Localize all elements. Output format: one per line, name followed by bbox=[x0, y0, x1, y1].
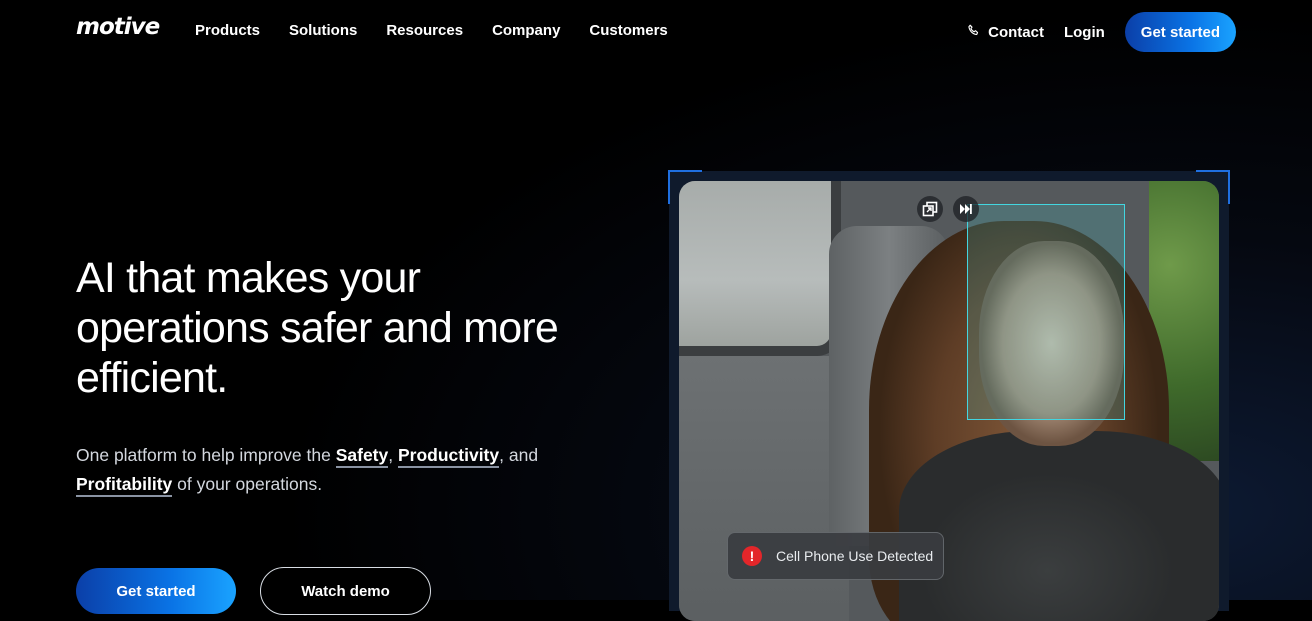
hero-get-started-button[interactable]: Get started bbox=[76, 568, 236, 614]
watch-demo-button[interactable]: Watch demo bbox=[260, 567, 431, 615]
motive-logo[interactable]: motive bbox=[76, 14, 160, 40]
hero-headline: AI that makes your operations safer and … bbox=[76, 254, 559, 402]
alert-text: Cell Phone Use Detected bbox=[776, 548, 934, 564]
productivity-link[interactable]: Productivity bbox=[397, 445, 500, 468]
contact-link[interactable]: Contact bbox=[966, 23, 1044, 42]
cab-wall bbox=[679, 356, 849, 621]
alert-toast: ! Cell Phone Use Detected bbox=[727, 532, 944, 580]
sub-sep-2: , and bbox=[499, 445, 539, 465]
media-frame: ! Cell Phone Use Detected bbox=[668, 170, 1230, 621]
nav-company[interactable]: Company bbox=[492, 22, 560, 39]
safety-link[interactable]: Safety bbox=[335, 445, 389, 468]
sub-sep-1: , bbox=[388, 445, 398, 465]
sub-suffix: of your operations. bbox=[172, 474, 323, 494]
face-detection-box bbox=[967, 204, 1125, 420]
skip-forward-icon[interactable] bbox=[953, 196, 979, 222]
header-get-started-button[interactable]: Get started bbox=[1124, 12, 1236, 52]
contact-label: Contact bbox=[988, 23, 1044, 41]
nav-resources[interactable]: Resources bbox=[386, 22, 463, 39]
dashcam-video[interactable]: ! Cell Phone Use Detected bbox=[679, 181, 1219, 621]
profitability-link[interactable]: Profitability bbox=[76, 474, 173, 497]
nav-customers[interactable]: Customers bbox=[589, 22, 667, 39]
sub-prefix: One platform to help improve the bbox=[76, 445, 336, 465]
hero-subtitle: One platform to help improve the Safety,… bbox=[76, 441, 596, 499]
site-header: motive Products Solutions Resources Comp… bbox=[0, 0, 1312, 64]
pip-icon[interactable] bbox=[917, 196, 943, 222]
nav-products[interactable]: Products bbox=[195, 22, 260, 39]
cab-window bbox=[679, 181, 841, 356]
login-link[interactable]: Login bbox=[1064, 24, 1105, 41]
nav-solutions[interactable]: Solutions bbox=[289, 22, 357, 39]
alert-icon: ! bbox=[742, 546, 762, 566]
driver-shirt bbox=[899, 431, 1219, 621]
header-actions: Contact Login Get started bbox=[966, 12, 1236, 52]
phone-icon bbox=[966, 23, 981, 42]
main-nav: Products Solutions Resources Company Cus… bbox=[195, 22, 668, 39]
